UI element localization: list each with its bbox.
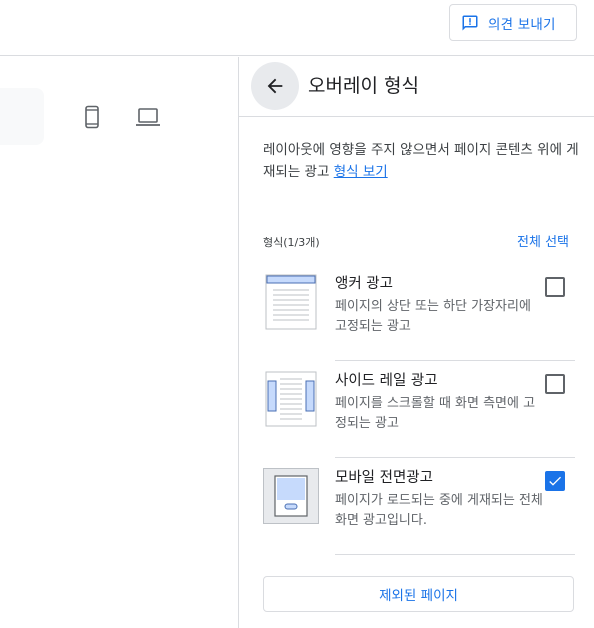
preview-card [0, 88, 44, 145]
side-rail-ad-checkbox[interactable] [545, 374, 565, 394]
overlay-format-panel: 오버레이 형식 레이아웃에 영향을 주지 않으면서 페이지 콘텐츠 위에 게재되… [238, 57, 594, 628]
side-rail-ad-thumbnail [263, 371, 319, 427]
description-text: 레이아웃에 영향을 주지 않으면서 페이지 콘텐츠 위에 게재되는 광고 [263, 142, 579, 180]
laptop-icon[interactable] [135, 104, 161, 130]
format-count: 형식(1/3개) [263, 236, 320, 249]
excluded-pages-button[interactable]: 제외된 페이지 [263, 576, 574, 612]
panel-header: 오버레이 형식 [239, 57, 594, 117]
format-name: 모바일 전면광고 [335, 470, 433, 486]
anchor-ad-thumbnail [263, 274, 319, 330]
anchor-ad-checkbox[interactable] [545, 277, 565, 297]
preview-area [0, 57, 238, 628]
checkmark-icon [549, 476, 561, 486]
view-formats-link[interactable]: 형식 보기 [334, 164, 388, 180]
format-item-side-rail: 사이드 레일 광고 페이지를 스크롤할 때 화면 측면에 고정되는 광고 [239, 361, 594, 458]
arrow-back-icon [267, 78, 283, 94]
feedback-icon [462, 15, 478, 30]
top-bar: 의견 보내기 [0, 0, 594, 56]
format-description: 페이지가 로드되는 중에 게재되는 전체 화면 광고입니다. [335, 493, 543, 528]
divider [335, 554, 575, 555]
format-name: 사이드 레일 광고 [335, 373, 438, 389]
format-description: 페이지를 스크롤할 때 화면 측면에 고정되는 광고 [335, 396, 536, 431]
mobile-vignette-thumbnail [263, 468, 319, 524]
mobile-vignette-checkbox[interactable] [545, 471, 565, 491]
select-all-button[interactable]: 전체 선택 [517, 231, 569, 250]
format-name: 앵커 광고 [335, 276, 393, 292]
format-description: 페이지의 상단 또는 하단 가장자리에 고정되는 광고 [335, 299, 531, 334]
send-feedback-label: 의견 보내기 [488, 16, 556, 33]
format-item-vignette: 모바일 전면광고 페이지가 로드되는 중에 게재되는 전체 화면 광고입니다. [239, 458, 594, 555]
panel-title: 오버레이 형식 [308, 75, 419, 97]
send-feedback-button[interactable]: 의견 보내기 [449, 4, 577, 41]
smartphone-icon[interactable] [79, 104, 105, 130]
back-button[interactable] [251, 62, 299, 110]
format-item-anchor: 앵커 광고 페이지의 상단 또는 하단 가장자리에 고정되는 광고 [239, 264, 594, 361]
panel-description: 레이아웃에 영향을 주지 않으면서 페이지 콘텐츠 위에 게재되는 광고 형식 … [263, 139, 583, 183]
